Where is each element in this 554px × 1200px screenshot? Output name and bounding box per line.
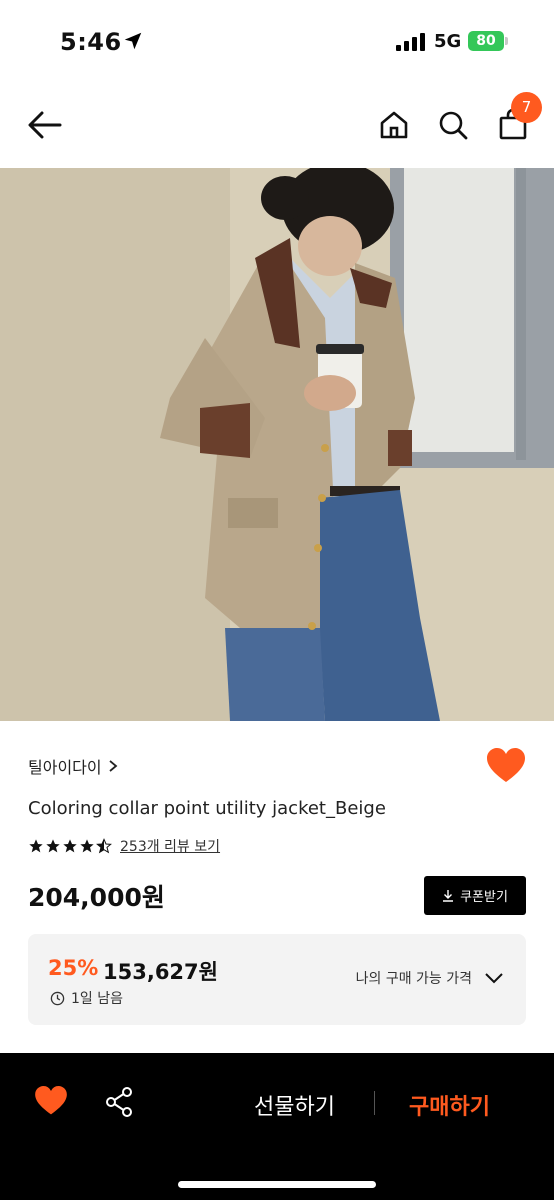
deadline-text: 1일 남음 <box>71 991 123 1007</box>
brand-link[interactable]: 틸아이다이 <box>28 754 118 778</box>
heart-icon <box>487 748 525 782</box>
coupon-label: 쿠폰받기 <box>460 890 508 905</box>
status-time: 5:46 <box>60 28 122 56</box>
discount-price: 153,627원 <box>103 960 218 984</box>
deadline: 1일 남음 <box>50 988 123 1008</box>
star-icon <box>29 839 43 853</box>
home-indicator <box>178 1181 376 1188</box>
search-button[interactable] <box>431 103 475 147</box>
share-icon <box>106 1087 132 1117</box>
chevron-down-icon <box>485 973 503 984</box>
rating-row: 253개 리뷰 보기 <box>28 836 220 856</box>
network-type: 5G <box>434 31 462 52</box>
app-header <box>0 80 554 168</box>
share-button[interactable] <box>102 1085 136 1119</box>
location-arrow-icon <box>124 32 142 50</box>
status-bar: 5:46 5G 80 <box>0 0 554 80</box>
home-button[interactable] <box>372 103 416 147</box>
like-button[interactable] <box>486 748 526 786</box>
product-image[interactable] <box>0 168 554 721</box>
battery-icon: 80 <box>468 31 508 51</box>
battery-level: 80 <box>468 31 504 51</box>
review-link[interactable]: 253개 리뷰 보기 <box>120 836 220 856</box>
download-icon <box>443 890 454 902</box>
cart-count-badge: 7 <box>511 92 542 123</box>
my-price-dropdown[interactable]: 나의 구매 가능 가격 <box>356 968 504 988</box>
star-icon <box>63 839 77 853</box>
home-icon <box>380 111 408 139</box>
divider <box>374 1091 375 1115</box>
arrow-left-icon <box>28 111 62 139</box>
bottom-like-button[interactable] <box>34 1086 68 1118</box>
bottom-action-bar: 선물하기 구매하기 <box>0 1053 554 1200</box>
search-icon <box>439 111 468 140</box>
back-button[interactable] <box>23 103 67 147</box>
star-icon <box>46 839 60 853</box>
heart-icon <box>35 1086 67 1115</box>
product-title: Coloring collar point utility jacket_Bei… <box>28 798 386 819</box>
discount-rate: 25% <box>48 956 99 980</box>
gift-button[interactable]: 선물하기 <box>254 1089 335 1121</box>
signal-icon <box>396 33 425 51</box>
clock-icon <box>50 991 65 1005</box>
star-icon <box>80 839 94 853</box>
my-price-label: 나의 구매 가능 가격 <box>355 971 472 987</box>
coupon-button[interactable]: 쿠폰받기 <box>424 876 526 915</box>
product-photo <box>0 168 554 721</box>
discount-box: 25% 153,627원 1일 남음 나의 구매 가능 가격 <box>28 934 526 1025</box>
rating-stars <box>28 838 112 854</box>
brand-name: 틸아이다이 <box>28 758 102 777</box>
buy-button[interactable]: 구매하기 <box>409 1089 490 1121</box>
chevron-right-icon <box>109 760 118 772</box>
product-price: 204,000원 <box>28 883 165 912</box>
half-star-icon <box>96 838 112 854</box>
